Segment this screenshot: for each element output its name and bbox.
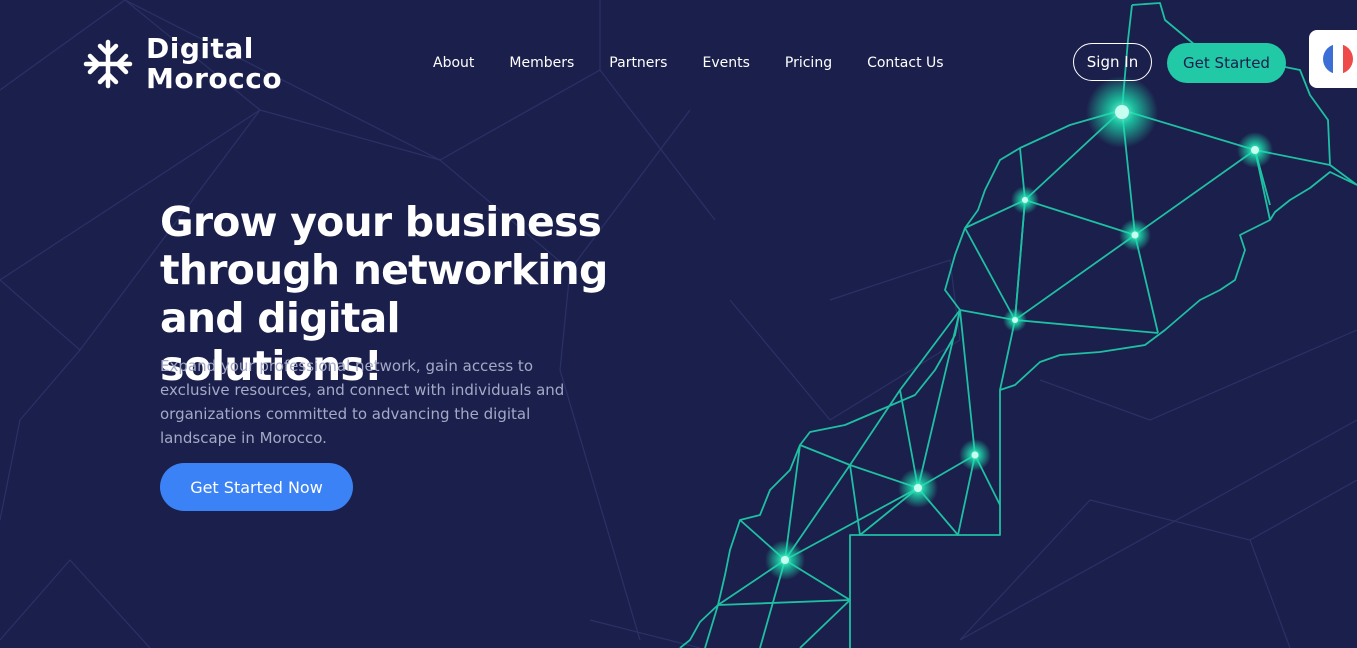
sign-in-button[interactable]: Sign In bbox=[1073, 43, 1152, 81]
snowflake-arrows-icon bbox=[83, 39, 133, 89]
site-logo[interactable]: Digital Morocco bbox=[80, 34, 282, 94]
nav-events[interactable]: Events bbox=[702, 54, 749, 72]
nav-about[interactable]: About bbox=[433, 54, 474, 72]
brand-line-2: Morocco bbox=[146, 62, 283, 95]
get-started-button[interactable]: Get Started bbox=[1167, 43, 1286, 83]
get-started-now-button[interactable]: Get Started Now bbox=[160, 463, 353, 511]
nav-partners[interactable]: Partners bbox=[609, 54, 667, 72]
language-switcher[interactable] bbox=[1309, 30, 1357, 88]
hero-description: Expand your professional network, gain a… bbox=[160, 357, 565, 447]
nav-members[interactable]: Members bbox=[509, 54, 574, 72]
brand-line-1: Digital bbox=[146, 32, 254, 65]
main-nav: About Members Partners Events Pricing Co… bbox=[433, 54, 979, 72]
nav-pricing[interactable]: Pricing bbox=[785, 54, 832, 72]
brand-name: Digital Morocco bbox=[146, 34, 282, 94]
nav-contact-us[interactable]: Contact Us bbox=[867, 54, 943, 72]
france-flag-icon bbox=[1323, 44, 1353, 74]
landing-page: Digital Morocco About Members Partners E… bbox=[0, 0, 1357, 648]
